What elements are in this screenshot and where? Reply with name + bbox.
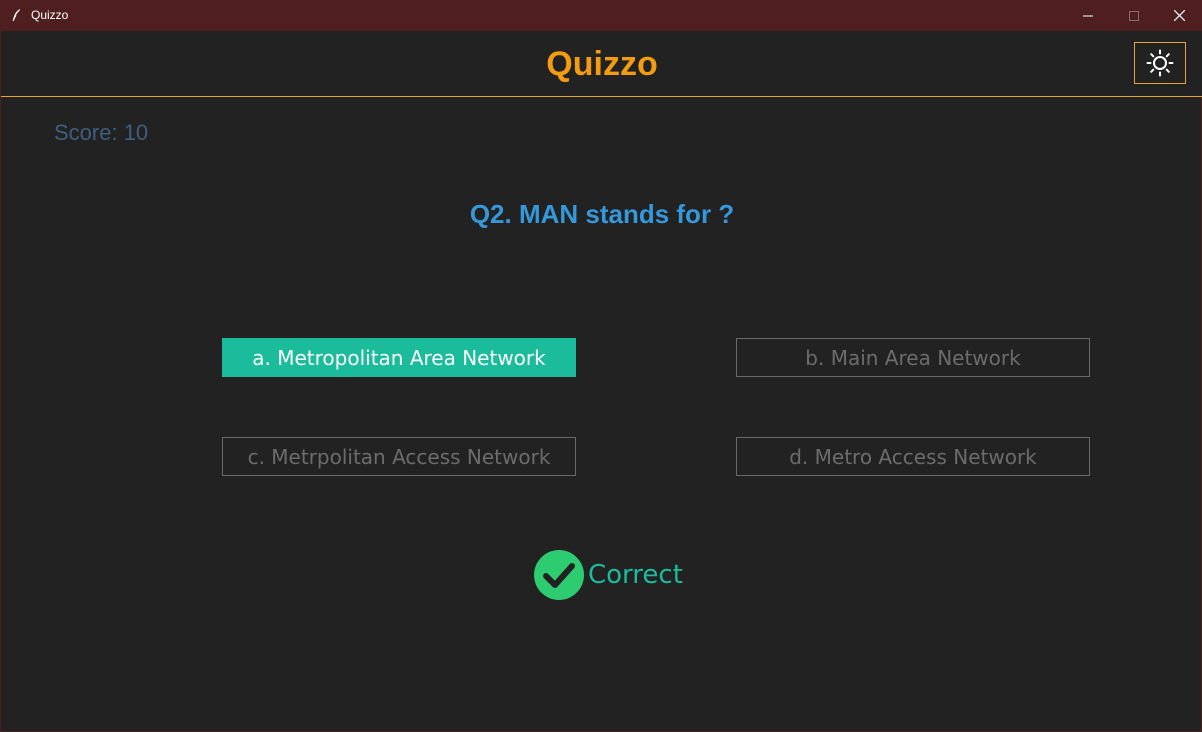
app-header: Quizzo (1, 31, 1202, 97)
result-text: Correct (588, 560, 683, 590)
title-bar: Quizzo (1, 0, 1202, 31)
feather-icon (12, 9, 20, 22)
check-circle-icon (534, 550, 584, 600)
answer-result: Correct (534, 550, 683, 600)
app-heading: Quizzo (546, 45, 658, 83)
minimize-icon (1083, 15, 1093, 16)
app-window: Quizzo Quizzo Score: 10 Q2. MAN stands f… (0, 0, 1202, 732)
sun-icon (1146, 49, 1174, 77)
score-label: Score: 10 (54, 120, 149, 145)
close-button[interactable] (1156, 0, 1202, 31)
window-title: Quizzo (31, 8, 69, 22)
maximize-icon (1129, 10, 1139, 21)
option-c-button[interactable]: c. Metrpolitan Access Network (222, 437, 576, 476)
option-d-button[interactable]: d. Metro Access Network (736, 437, 1090, 476)
theme-toggle-button[interactable] (1134, 42, 1186, 84)
question-text: Q2. MAN stands for ? (469, 199, 735, 229)
maximize-button[interactable] (1111, 0, 1157, 31)
option-a-button[interactable]: a. Metropolitan Area Network (222, 338, 576, 377)
minimize-button[interactable] (1065, 0, 1111, 31)
close-icon (1173, 10, 1185, 21)
option-b-button[interactable]: b. Main Area Network (736, 338, 1090, 377)
